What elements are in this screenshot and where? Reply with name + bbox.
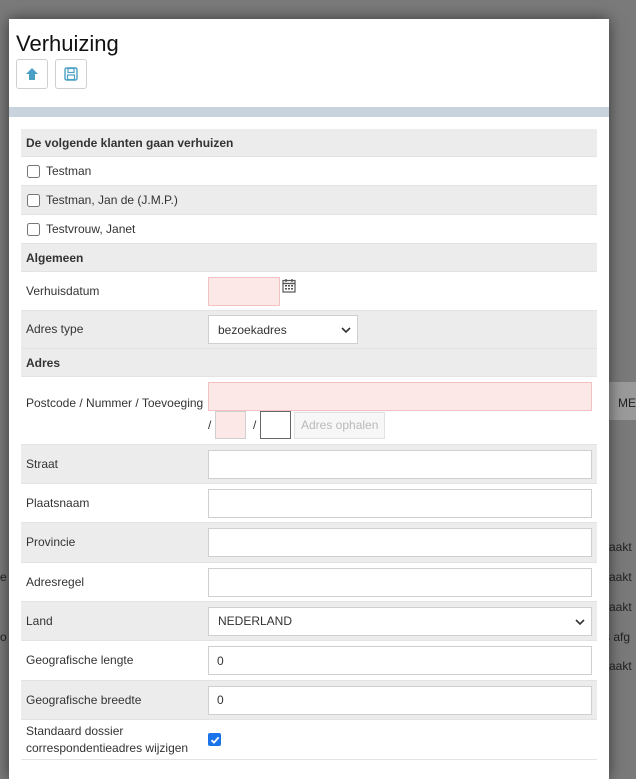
move-date-row: Verhuisdatum [21, 272, 597, 311]
postcode-input[interactable] [208, 382, 592, 411]
floppy-disk-icon [64, 67, 78, 81]
default-correspondence-label: Standaard dossier correspondentieadres w… [26, 723, 189, 755]
move-date-label: Verhuisdatum [26, 283, 100, 298]
background-row-text: aakt [609, 600, 632, 614]
street-row: Straat [21, 445, 597, 484]
chevron-down-icon [341, 327, 351, 334]
client-label: Testvrouw, Janet [46, 222, 136, 236]
calendar-icon[interactable] [282, 278, 296, 293]
longitude-label: Geografische lengte [26, 653, 134, 667]
postcode-row: Postcode / Nummer / Toevoeging / / Adres… [21, 377, 597, 445]
street-input[interactable] [208, 449, 592, 479]
longitude-row: Geografische lengte [21, 641, 597, 681]
client-item: Testvrouw, Janet [21, 215, 597, 244]
move-dialog: Verhuizing De volgende klanten gaan verh… [9, 19, 609, 779]
background-row-text: aakt [609, 659, 632, 673]
save-button[interactable] [55, 59, 87, 89]
house-number-suffix-input[interactable] [260, 411, 291, 439]
address-lookup-group: / / Adres ophalen [208, 411, 386, 439]
section-general-heading: Algemeen [21, 244, 597, 272]
move-form: De volgende klanten gaan verhuizen Testm… [21, 129, 597, 760]
client-checkbox[interactable] [27, 193, 40, 207]
background-row-prefix: o [0, 630, 7, 644]
longitude-input[interactable] [208, 646, 592, 675]
dialog-title: Verhuizing [16, 31, 119, 56]
latitude-input[interactable] [208, 685, 592, 715]
client-label: Testman, Jan de (J.M.P.) [46, 193, 178, 207]
section-clients-heading: De volgende klanten gaan verhuizen [21, 129, 597, 157]
city-row: Plaatsnaam [21, 484, 597, 523]
address-line-label: Adresregel [26, 574, 85, 589]
background-row-prefix: e [0, 570, 7, 584]
checkmark-icon [210, 736, 219, 744]
background-row-text: aakt [609, 570, 632, 584]
country-value: NEDERLAND [218, 614, 293, 628]
upload-button[interactable] [16, 59, 48, 89]
latitude-label: Geografische breedte [26, 692, 142, 707]
country-row: Land NEDERLAND [21, 602, 597, 641]
address-type-select[interactable]: bezoekadres [208, 315, 358, 344]
address-line-row: Adresregel [21, 563, 597, 602]
country-select[interactable]: NEDERLAND [208, 606, 592, 636]
chevron-down-icon [575, 618, 585, 625]
postcode-label: Postcode / Nummer / Toevoeging [26, 396, 204, 410]
default-correspondence-checkbox[interactable] [208, 733, 221, 746]
address-line-input[interactable] [208, 567, 592, 597]
house-number-input[interactable] [215, 411, 246, 439]
client-item: Testman, Jan de (J.M.P.) [21, 186, 597, 215]
header-divider [9, 107, 609, 117]
province-label: Provincie [26, 535, 76, 549]
background-column-header-text: ME [618, 396, 636, 410]
city-input[interactable] [208, 488, 592, 518]
move-date-input[interactable] [208, 276, 280, 306]
section-address-heading: Adres [21, 349, 597, 377]
client-checkbox[interactable] [27, 164, 40, 178]
address-type-label: Adres type [26, 322, 84, 336]
latitude-row: Geografische breedte [21, 681, 597, 720]
client-item: Testman [21, 157, 597, 186]
client-checkbox[interactable] [27, 222, 40, 236]
country-label: Land [26, 613, 53, 628]
arrow-up-icon [26, 68, 38, 80]
address-type-value: bezoekadres [218, 322, 287, 337]
address-type-row: Adres type bezoekadres [21, 311, 597, 349]
background-row-text: aakt [609, 540, 632, 554]
fetch-address-button[interactable]: Adres ophalen [294, 411, 386, 439]
province-row: Provincie [21, 523, 597, 563]
street-label: Straat [26, 456, 59, 471]
client-label: Testman [46, 164, 92, 178]
province-input[interactable] [208, 528, 592, 557]
city-label: Plaatsnaam [26, 495, 90, 510]
default-correspondence-row: Standaard dossier correspondentieadres w… [21, 720, 597, 760]
